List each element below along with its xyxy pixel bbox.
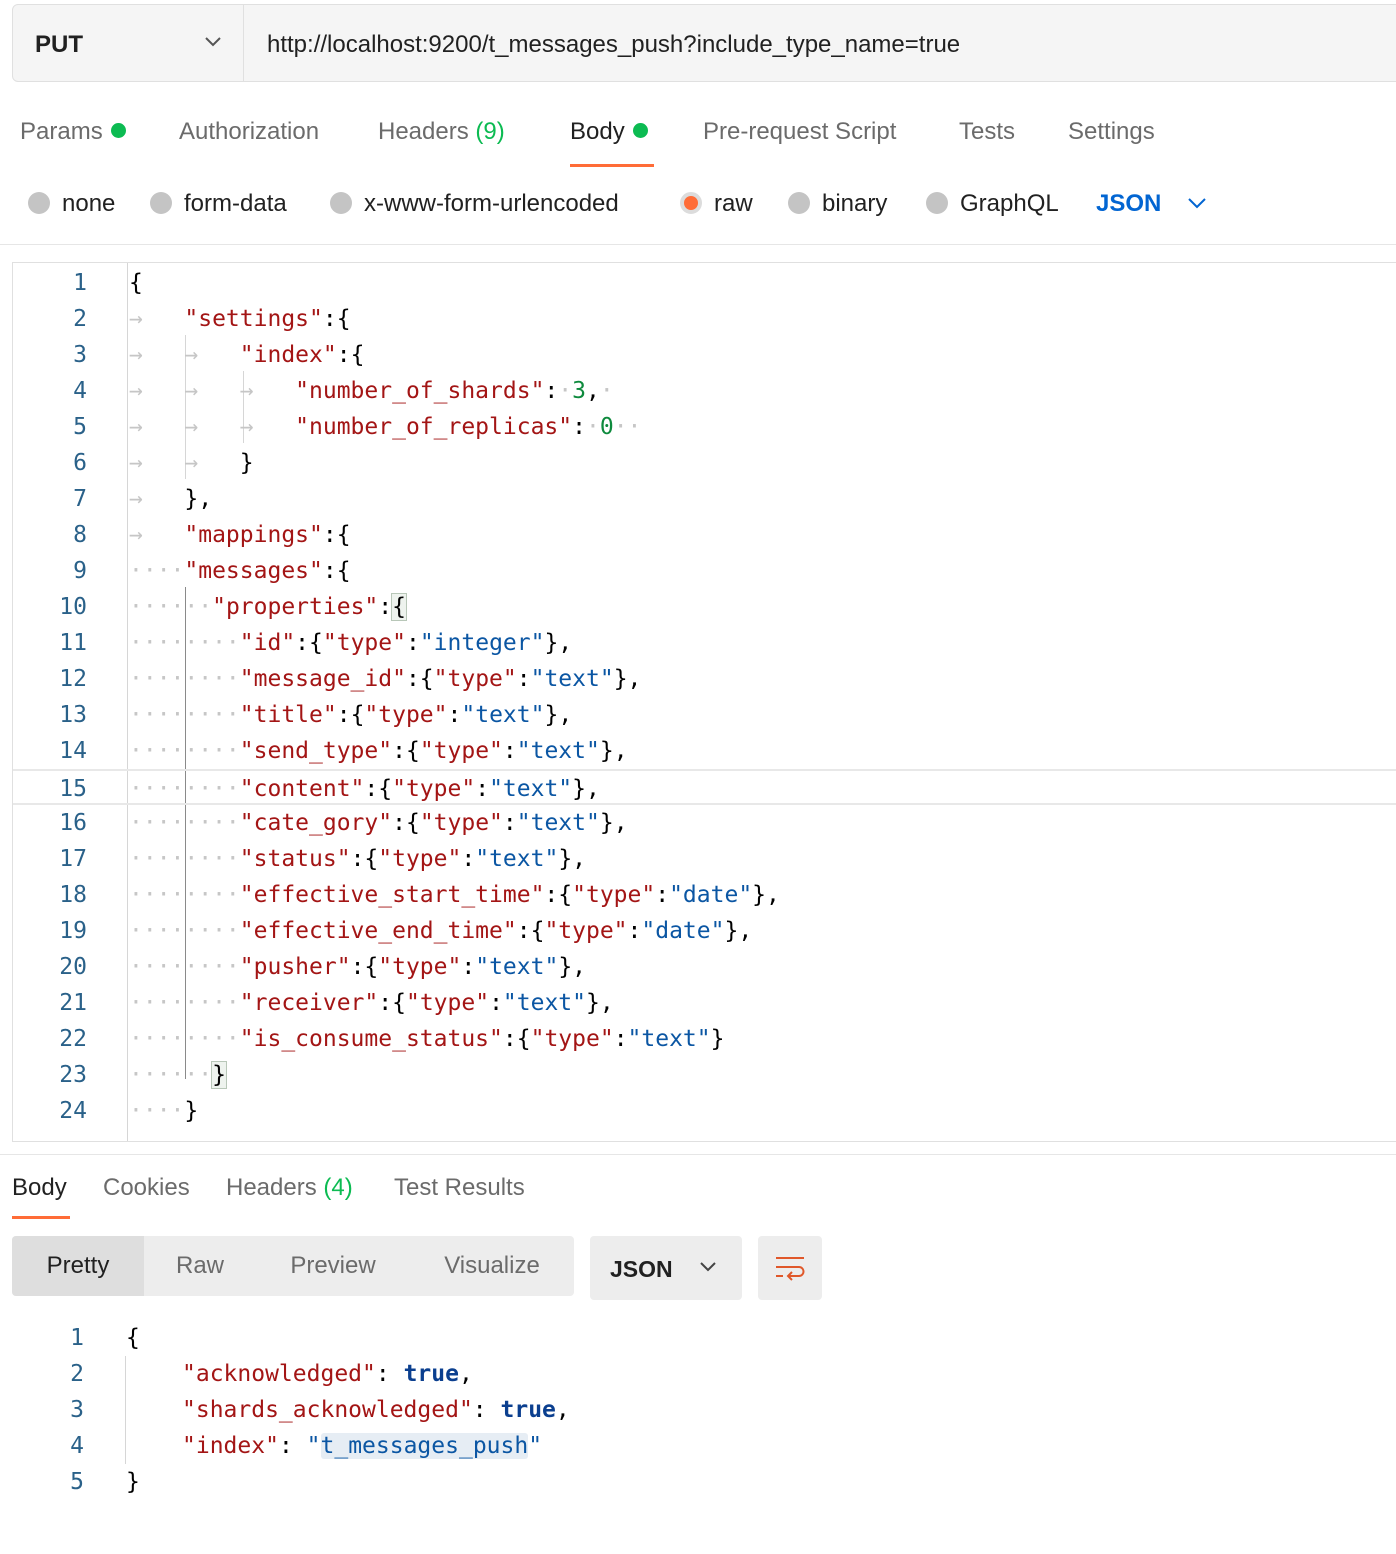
response-tab-cookies[interactable]: Cookies xyxy=(103,1174,190,1202)
response-format-select[interactable]: JSON xyxy=(590,1236,742,1300)
code-line: 3 "shards_acknowledged": true, xyxy=(70,1397,570,1423)
code-line: 20 ········"pusher":{"type":"text"}, xyxy=(59,954,587,980)
code-line: 4 "index": "t_messages_push" xyxy=(70,1433,543,1459)
radio-circle xyxy=(926,191,948,214)
radio-x-www-form-urlencoded[interactable]: x-www-form-urlencoded xyxy=(330,190,619,218)
chevron-down-icon xyxy=(700,1262,716,1272)
code-line: 21 ········"receiver":{"type":"text"}, xyxy=(59,990,614,1016)
code-line: 18 ········"effective_start_time":{"type"… xyxy=(59,882,780,908)
active-tab-indicator xyxy=(570,164,654,167)
code-line: 16 ········"cate_gory":{"type":"text"}, xyxy=(59,810,628,836)
response-format-label: JSON xyxy=(610,1256,673,1282)
code-line: 2 "acknowledged": true, xyxy=(70,1361,473,1387)
code-line: 1{ xyxy=(70,1325,140,1351)
code-line: 19 ········"effective_end_time":{"type":"… xyxy=(59,918,753,944)
response-tab-test-results[interactable]: Test Results xyxy=(394,1174,525,1202)
code-line: 14 ········"send_type":{"type":"text"}, xyxy=(59,738,628,764)
view-mode-pretty[interactable]: Pretty xyxy=(12,1236,144,1296)
view-mode-control: Pretty Raw Preview Visualize xyxy=(12,1236,574,1296)
headers-count: (9) xyxy=(475,118,505,145)
code-line: 3 → → "index":{ xyxy=(73,342,365,368)
selected-text: t_messages_push xyxy=(320,1433,529,1459)
code-line: 1{ xyxy=(73,270,143,296)
code-line: 9 ····"messages":{ xyxy=(73,558,351,584)
url-input[interactable]: http://localhost:9200/t_messages_push?in… xyxy=(267,31,960,59)
code-line: 13 ········"title":{"type":"text"}, xyxy=(59,702,573,728)
response-body-viewer[interactable]: 1{ 2 "acknowledged": true, 3 "shards_ackno… xyxy=(0,1320,1396,1520)
code-line: 10 ······"properties":{ xyxy=(59,593,407,621)
radio-raw[interactable]: raw xyxy=(680,190,753,218)
code-line: 11 ········"id":{"type":"integer"}, xyxy=(59,630,573,656)
params-indicator-dot xyxy=(110,123,126,139)
radio-form-data[interactable]: form-data xyxy=(150,190,287,218)
response-tab-headers[interactable]: Headers (4) xyxy=(226,1174,353,1202)
code-line: 22 ········"is_consume_status":{"type":"t… xyxy=(59,1026,725,1052)
radio-circle xyxy=(150,191,172,214)
tab-headers[interactable]: Headers (9) xyxy=(378,118,505,146)
view-mode-visualize[interactable]: Visualize xyxy=(410,1236,574,1296)
view-mode-raw[interactable]: Raw xyxy=(144,1236,256,1296)
response-headers-count: (4) xyxy=(323,1174,353,1201)
wrap-lines-button[interactable] xyxy=(758,1236,822,1300)
method-select[interactable]: PUT xyxy=(13,5,244,81)
radio-none[interactable]: none xyxy=(28,190,115,218)
radio-binary[interactable]: binary xyxy=(788,190,887,218)
body-indicator-dot xyxy=(632,123,648,139)
body-format-select[interactable]: JSON xyxy=(1096,190,1161,218)
chevron-down-icon[interactable] xyxy=(1186,195,1208,211)
chevron-down-icon xyxy=(205,37,221,47)
code-line: 5} xyxy=(70,1469,140,1495)
code-line: 17 ········"status":{"type":"text"}, xyxy=(59,846,587,872)
code-line: 12 ········"message_id":{"type":"text"}, xyxy=(59,666,642,692)
radio-circle xyxy=(788,191,810,214)
tab-authorization[interactable]: Authorization xyxy=(179,118,319,146)
request-url-bar: PUT http://localhost:9200/t_messages_pus… xyxy=(12,4,1396,82)
code-line: 2 → "settings":{ xyxy=(73,306,351,332)
divider xyxy=(0,244,1396,245)
code-line: 6 → → } xyxy=(73,450,254,476)
code-line: 7 → }, xyxy=(73,486,213,512)
tab-body[interactable]: Body xyxy=(570,118,648,146)
radio-circle xyxy=(28,191,50,214)
response-tab-body[interactable]: Body xyxy=(12,1174,67,1202)
code-line: 24 ····} xyxy=(59,1098,199,1124)
active-tab-indicator xyxy=(12,1216,70,1219)
code-line: 4 → → → "number_of_shards":·3,· xyxy=(73,378,614,404)
method-label: PUT xyxy=(35,31,83,58)
tab-params[interactable]: Params xyxy=(20,118,126,146)
code-line: 8 → "mappings":{ xyxy=(73,522,351,548)
tab-pre-request-script[interactable]: Pre-request Script xyxy=(703,118,896,146)
wrap-lines-icon xyxy=(776,1257,805,1281)
code-line: 23 ······} xyxy=(59,1061,227,1089)
request-body-editor[interactable]: 1{ 2 → "settings":{ 3 → → "index":{ 4 → → →… xyxy=(12,262,1396,1142)
radio-circle xyxy=(330,191,352,214)
code-line: 5 → → → "number_of_replicas":·0·· xyxy=(73,414,642,440)
radio-circle-selected xyxy=(680,191,702,214)
view-mode-preview[interactable]: Preview xyxy=(256,1236,410,1296)
tab-settings[interactable]: Settings xyxy=(1068,118,1155,146)
radio-graphql[interactable]: GraphQL xyxy=(926,190,1059,218)
code-line-current: 15 ········"content":{"type":"text"}, xyxy=(13,769,1396,805)
tab-tests[interactable]: Tests xyxy=(959,118,1015,146)
divider xyxy=(0,1154,1396,1155)
